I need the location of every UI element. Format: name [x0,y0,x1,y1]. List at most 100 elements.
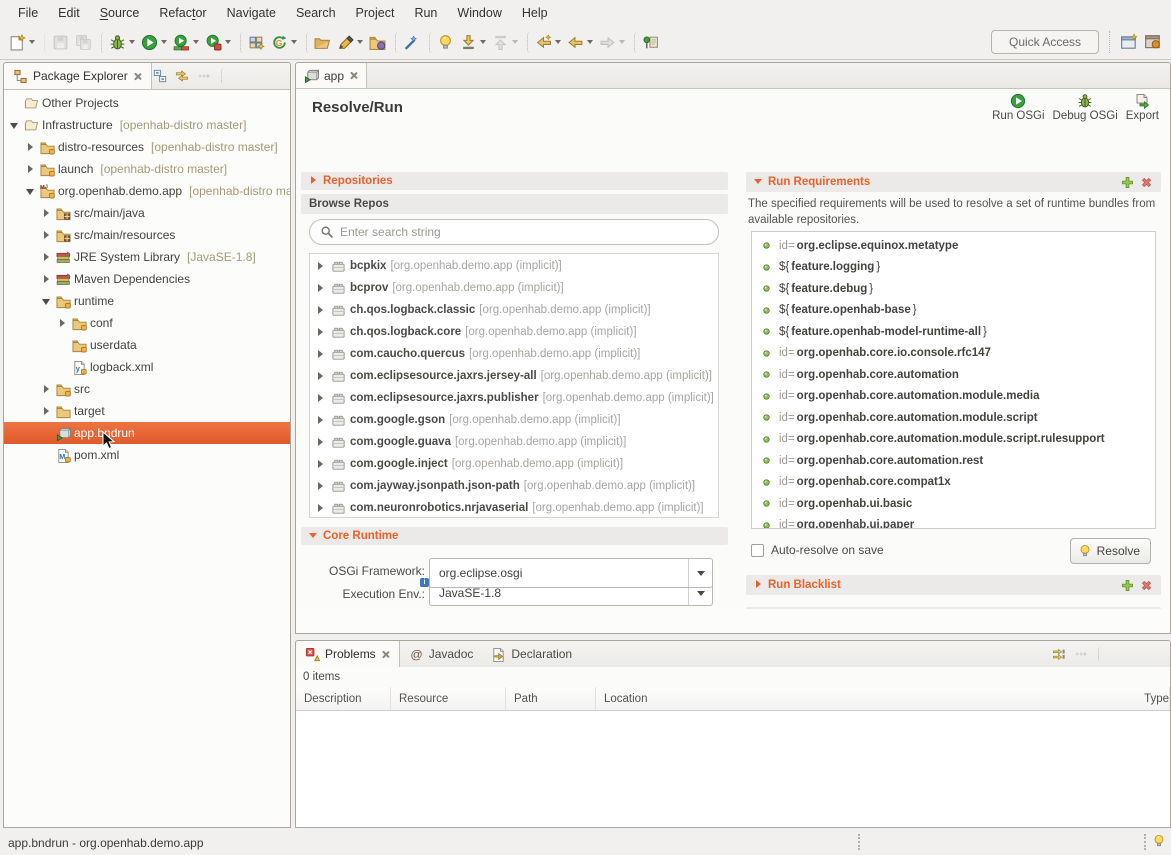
repo-item[interactable]: com.eclipsesource.jaxrs.publisher [org.o… [310,387,718,409]
repo-search-input[interactable] [340,225,708,239]
twisty-icon[interactable] [316,502,327,514]
table-column-header[interactable]: Description [296,687,391,710]
toolbar-button[interactable] [490,32,520,53]
perspective-button[interactable] [1118,31,1140,53]
twisty-icon[interactable] [316,436,327,448]
section-run-blacklist[interactable]: Run Blacklist [746,575,1161,595]
view-toolbar-button[interactable] [1098,646,1120,662]
repo-item[interactable]: ch.qos.logback.classic [org.openhab.demo… [310,299,718,321]
toolbar-button[interactable] [203,32,233,53]
twisty-icon[interactable] [42,207,53,219]
toolbar-button[interactable] [240,32,267,53]
repo-item[interactable]: com.eclipsesource.jaxrs.jersey-all [org.… [310,365,718,387]
view-toolbar-button[interactable] [1126,68,1142,84]
table-column-header[interactable]: Path [506,687,596,710]
package-explorer-tab[interactable]: Package Explorer [4,63,152,89]
twisty-icon[interactable] [42,251,53,263]
tree-item[interactable]: userdata [4,334,290,356]
perspective-button[interactable] [1142,31,1164,53]
twisty-icon[interactable] [316,348,327,360]
tree-item[interactable]: conf [4,312,290,334]
requirement-item[interactable]: id= org.openhab.ui.basic [752,493,1155,515]
section-run-bundles[interactable]: Run Bundles [746,607,1161,609]
requirement-item[interactable]: id= org.openhab.ui.paper [752,515,1155,530]
view-toolbar-button[interactable] [1073,646,1089,662]
toolbar-button[interactable] [458,32,488,53]
twisty-icon[interactable] [42,383,53,395]
repo-item[interactable]: bcprov [org.openhab.demo.app (implicit)] [310,277,718,299]
tree-item[interactable]: Infrastructure [openhab-distro master] [4,114,290,136]
section-run-requirements[interactable]: Run Requirements [746,172,1161,192]
requirement-item[interactable]: id= org.openhab.core.automation [752,364,1155,386]
form-action-button[interactable]: Debug OSGi [1052,91,1119,124]
view-toolbar-button[interactable] [1051,646,1067,662]
twisty-icon[interactable] [316,326,327,338]
repo-item[interactable]: com.google.gson [org.openhab.demo.app (i… [310,409,718,431]
view-toolbar-button[interactable] [221,68,243,84]
menu-item[interactable]: Refactor [149,3,216,23]
close-icon[interactable] [381,650,390,659]
view-toolbar-button[interactable] [271,68,287,84]
requirement-item[interactable]: id= org.eclipse.equinox.metatype [752,235,1155,257]
twisty-icon[interactable] [316,414,327,426]
add-blacklist-icon[interactable] [1121,579,1134,592]
toolbar-button[interactable] [139,32,169,53]
twisty-icon[interactable] [42,427,53,439]
tree-item[interactable]: launch [openhab-distro master] [4,158,290,180]
twisty-icon[interactable] [42,405,53,417]
tree-item[interactable]: org.openhab.demo.app [openhab-distro mas… [4,180,290,202]
toolbar-button[interactable] [597,32,627,53]
status-drag-handle[interactable] [1144,834,1147,850]
form-action-button[interactable]: Run OSGi [991,91,1045,124]
twisty-icon[interactable] [26,185,37,197]
requirement-item[interactable]: ${ feature.logging } [752,257,1155,279]
dropdown-arrow-icon[interactable] [193,40,199,44]
twisty-icon[interactable] [316,458,327,470]
menu-item[interactable]: Source [90,3,150,23]
section-collapsed-icon[interactable] [754,580,764,590]
view-toolbar-button[interactable] [1148,68,1164,84]
menu-item[interactable]: Search [286,3,346,23]
dropdown-arrow-icon[interactable] [587,40,593,44]
bottom-view-tab[interactable]: Javadoc [400,641,483,667]
requirement-item[interactable]: id= org.openhab.core.automation.module.m… [752,386,1155,408]
toolbar-button[interactable] [634,32,661,53]
repo-item[interactable]: com.neuronrobotics.nrjavaserial [org.ope… [310,497,718,518]
twisty-icon[interactable] [10,97,21,109]
tree-item[interactable]: runtime [4,290,290,312]
requirement-item[interactable]: id= org.openhab.core.automation.module.s… [752,407,1155,429]
checkbox[interactable] [751,544,764,557]
repo-item[interactable]: com.google.inject [org.openhab.demo.app … [310,453,718,475]
twisty-icon[interactable] [58,361,69,373]
remove-blacklist-icon[interactable] [1140,579,1153,592]
tree-item[interactable]: target [4,400,290,422]
section-expanded-icon[interactable] [754,177,764,187]
dropdown-arrow-icon[interactable] [161,40,167,44]
repo-item[interactable]: com.jayway.jsonpath.json-path [org.openh… [310,475,718,497]
repo-item[interactable]: com.google.guava [org.openhab.demo.app (… [310,431,718,453]
resolve-button[interactable]: Resolve [1070,538,1151,564]
menu-item[interactable]: File [8,3,48,23]
section-core-runtime[interactable]: Core Runtime [301,527,728,545]
twisty-icon[interactable] [316,480,327,492]
dropdown-arrow-icon[interactable] [291,40,297,44]
combo-arrow-icon[interactable] [688,559,712,587]
editor-tab-app[interactable]: app [296,63,367,88]
twisty-icon[interactable] [42,229,53,241]
tree-item[interactable]: src/main/resources [4,224,290,246]
requirement-item[interactable]: ${ feature.openhab-base } [752,300,1155,322]
osgi-framework-combo[interactable]: org.eclipse.osgi [429,558,713,588]
close-icon[interactable] [349,71,358,80]
twisty-icon[interactable] [42,295,53,307]
tree-item[interactable]: JRE System Library [JavaSE-1.8] [4,246,290,268]
view-toolbar-button[interactable] [1126,646,1142,662]
section-repositories[interactable]: Repositories [301,172,728,190]
requirement-item[interactable]: ${ feature.debug } [752,278,1155,300]
bottom-view-tab[interactable]: Declaration [482,641,581,667]
bottom-view-tab[interactable]: Problems [296,641,400,667]
view-toolbar-button[interactable] [1148,646,1164,662]
view-toolbar-button[interactable] [196,68,212,84]
toolbar-button[interactable] [7,32,37,53]
dropdown-arrow-icon[interactable] [225,40,231,44]
menu-item[interactable]: Help [512,3,558,23]
